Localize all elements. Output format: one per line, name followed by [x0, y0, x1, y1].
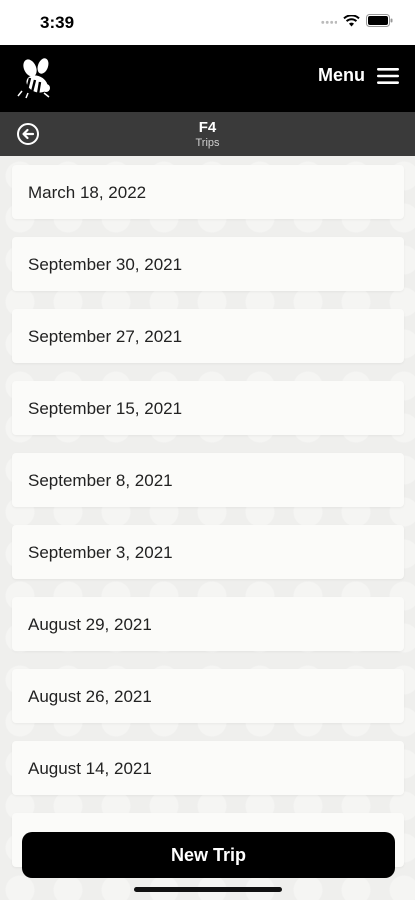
battery-icon: [366, 14, 393, 27]
new-trip-button[interactable]: New Trip: [22, 832, 395, 878]
status-time: 3:39: [40, 13, 75, 32]
bee-logo-icon[interactable]: [16, 57, 58, 99]
trip-item[interactable]: September 27, 2021: [12, 309, 404, 363]
trip-date: September 27, 2021: [28, 327, 183, 346]
page-subtitle: Trips: [195, 137, 220, 149]
trip-date: September 8, 2021: [28, 471, 173, 490]
menu-label: Menu: [318, 65, 365, 85]
trip-item[interactable]: August 29, 2021: [12, 597, 404, 651]
trip-date: August 26, 2021: [28, 687, 152, 706]
wifi-icon: [343, 14, 360, 26]
hamburger-menu-icon: [377, 67, 399, 84]
trip-item[interactable]: August 14, 2021: [12, 741, 404, 795]
trip-date: August 29, 2021: [28, 615, 152, 634]
trip-item[interactable]: September 8, 2021: [12, 453, 404, 507]
trip-item[interactable]: September 15, 2021: [12, 381, 404, 435]
trip-item[interactable]: August 26, 2021: [12, 669, 404, 723]
trip-date: August 14, 2021: [28, 759, 152, 778]
app-header: Menu: [0, 45, 415, 112]
trip-date: March 18, 2022: [28, 183, 147, 202]
trip-item[interactable]: September 3, 2021: [12, 525, 404, 579]
page-title: F4: [198, 119, 217, 136]
sub-header: F4 Trips: [0, 112, 415, 156]
signal-icon: [321, 20, 337, 24]
home-indicator[interactable]: [134, 887, 282, 892]
menu-button[interactable]: Menu: [318, 65, 399, 86]
trip-item[interactable]: March 18, 2022: [12, 165, 404, 219]
status-icons: [321, 14, 393, 27]
status-bar: 3:39: [0, 0, 415, 45]
trip-date: September 30, 2021: [28, 255, 183, 274]
trip-date: September 15, 2021: [28, 399, 183, 418]
trip-date: September 3, 2021: [28, 543, 173, 562]
trip-list[interactable]: March 18, 2022 September 30, 2021 Septem…: [0, 156, 415, 900]
trip-item[interactable]: September 30, 2021: [12, 237, 404, 291]
